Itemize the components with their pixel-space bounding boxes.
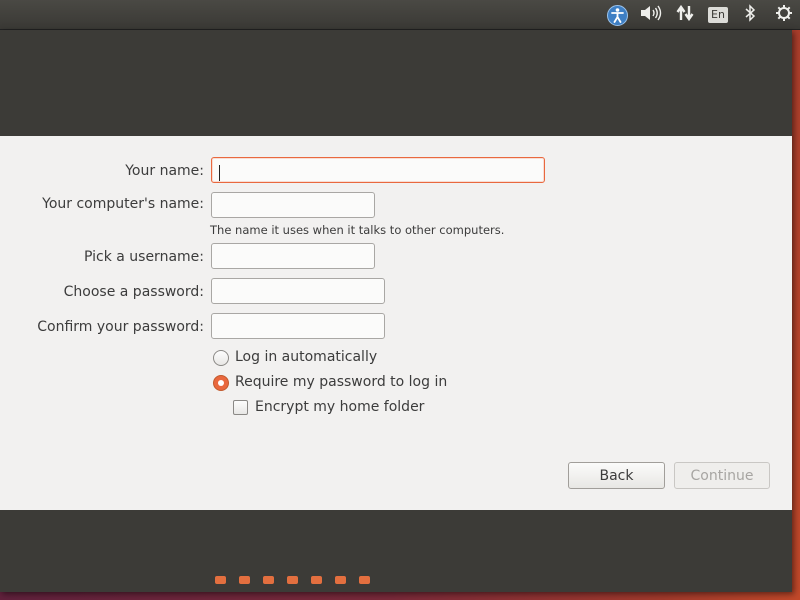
accessibility-indicator[interactable]	[604, 3, 630, 27]
who-are-you-form: Your name: Your computer's name: The nam…	[0, 136, 792, 510]
network-indicator[interactable]	[672, 3, 698, 27]
encrypt-home-checkbox[interactable]	[233, 400, 248, 415]
username-input[interactable]	[211, 243, 375, 269]
continue-button[interactable]: Continue	[674, 462, 770, 489]
progress-dot	[215, 576, 226, 584]
settings-indicator[interactable]	[771, 3, 797, 27]
confirm-password-label: Confirm your password:	[37, 319, 204, 335]
text-caret	[219, 165, 220, 181]
your-name-input[interactable]	[211, 157, 545, 183]
encrypt-home-label[interactable]: Encrypt my home folder	[255, 399, 424, 415]
computer-name-input[interactable]	[211, 192, 375, 218]
require-password-label[interactable]: Require my password to log in	[235, 374, 447, 390]
bluetooth-indicator[interactable]	[737, 3, 763, 27]
progress-dot	[311, 576, 322, 584]
installer-window: Your name: Your computer's name: The nam…	[0, 30, 792, 592]
settings-icon	[775, 4, 793, 26]
progress-dot	[263, 576, 274, 584]
window-header	[0, 30, 792, 136]
progress-dot	[359, 576, 370, 584]
accessibility-icon	[606, 4, 628, 26]
login-automatically-label[interactable]: Log in automatically	[235, 349, 377, 365]
computer-name-hint: The name it uses when it talks to other …	[210, 223, 505, 237]
username-label: Pick a username:	[83, 249, 204, 265]
language-icon: En	[708, 7, 728, 23]
back-button[interactable]: Back	[568, 462, 665, 489]
progress-dot	[287, 576, 298, 584]
password-label: Choose a password:	[63, 284, 204, 300]
your-name-label: Your name:	[125, 163, 204, 179]
computer-name-label: Your computer's name:	[42, 196, 204, 212]
login-automatically-radio[interactable]	[213, 350, 229, 366]
volume-icon	[640, 5, 662, 25]
confirm-password-input[interactable]	[211, 313, 385, 339]
progress-footer	[0, 510, 792, 592]
password-input[interactable]	[211, 278, 385, 304]
progress-dot	[239, 576, 250, 584]
bluetooth-icon	[744, 4, 756, 26]
language-indicator[interactable]: En	[705, 3, 731, 27]
progress-dot	[335, 576, 346, 584]
require-password-radio[interactable]	[213, 375, 229, 391]
top-panel: En	[0, 0, 800, 30]
volume-indicator[interactable]	[638, 3, 664, 27]
network-icon	[676, 4, 694, 25]
